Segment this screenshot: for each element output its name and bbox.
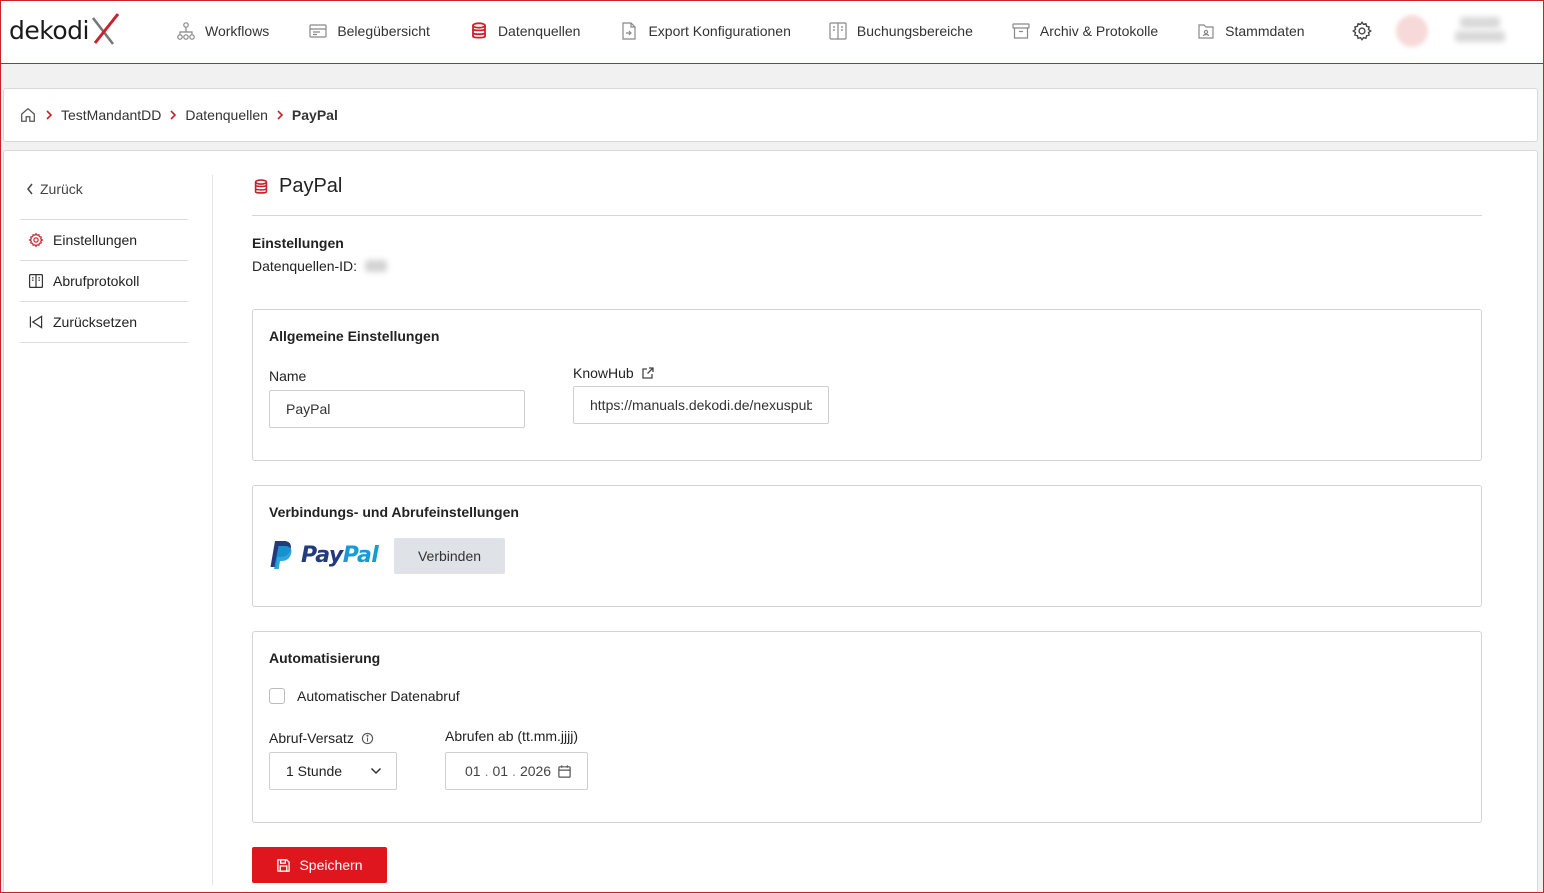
home-icon[interactable] (19, 106, 37, 124)
save-button[interactable]: Speichern (252, 847, 387, 883)
sidebar-item-label: Einstellungen (53, 232, 138, 248)
chevron-right-icon (275, 109, 285, 121)
breadcrumb-current: PayPal (291, 107, 338, 123)
general-settings-card: Allgemeine Einstellungen Name KnowHub (252, 309, 1482, 461)
page-title-text: PayPal (279, 175, 343, 197)
chevron-right-icon (168, 109, 178, 121)
date-input[interactable]: 01 . 01 . 2026 (445, 752, 588, 790)
chevron-right-icon (44, 109, 54, 121)
datasource-id: Datenquellen-ID: (252, 258, 388, 274)
settings-gear-icon[interactable] (1351, 20, 1373, 42)
card-heading: Allgemeine Einstellungen (269, 328, 440, 344)
main-nav: Workflows Belegübersicht Datenquellen Ex… (176, 0, 1305, 62)
sidebar-menu: Einstellungen Abrufprotokoll Zurücksetze… (20, 219, 188, 343)
nav-label: Stammdaten (1225, 23, 1305, 39)
interval-value: 1 Stunde (286, 763, 343, 779)
reset-icon (29, 315, 43, 329)
page-title: PayPal (252, 175, 342, 198)
auto-fetch-checkbox[interactable] (269, 688, 285, 704)
sidebar-item-label: Zurücksetzen (53, 314, 138, 330)
user-name-redacted[interactable] (1450, 14, 1510, 48)
interval-select[interactable]: 1 Stunde (269, 752, 397, 790)
back-label: Zurück (40, 181, 83, 197)
date-year[interactable]: 2026 (520, 763, 551, 779)
nav-label: Archiv & Protokolle (1039, 23, 1159, 39)
database-icon (472, 22, 486, 39)
top-navigation: dekodi Workflows Belegübersicht Datenque… (0, 0, 1544, 64)
card-heading: Automatisierung (269, 650, 381, 666)
save-label: Speichern (299, 857, 363, 873)
user-avatar[interactable] (1396, 15, 1428, 47)
paypal-p-icon (270, 541, 292, 569)
file-export-icon (622, 22, 637, 40)
sidebar-item-zuruecksetzen[interactable]: Zurücksetzen (20, 302, 188, 343)
auto-fetch-row: Automatischer Datenabruf (269, 688, 460, 704)
date-month[interactable]: 01 (492, 763, 508, 779)
date-separator: . (484, 763, 489, 779)
gear-icon (28, 232, 44, 248)
nav-label: Workflows (205, 23, 270, 39)
nav-label: Belegübersicht (337, 23, 430, 39)
paypal-wordmark: PayPal (301, 542, 379, 568)
section-title: Einstellungen (252, 235, 344, 251)
name-input[interactable] (269, 390, 525, 428)
nav-item-stammdaten[interactable]: Stammdaten (1196, 0, 1305, 62)
knowhub-label: KnowHub (573, 365, 634, 381)
nav-item-buchungsbereiche[interactable]: Buchungsbereiche (828, 0, 973, 62)
nav-item-export-konfigurationen[interactable]: Export Konfigurationen (619, 0, 791, 62)
breadcrumb: TestMandantDD Datenquellen PayPal (3, 88, 1538, 142)
date-day[interactable]: 01 (465, 763, 481, 779)
receipt-list-icon (309, 24, 327, 38)
knowhub-url-input[interactable] (573, 386, 829, 424)
nav-item-beleguebersicht[interactable]: Belegübersicht (308, 0, 430, 62)
chevron-left-icon (27, 183, 33, 195)
log-book-icon (29, 274, 43, 288)
sidebar-item-label: Abrufprotokoll (53, 273, 140, 289)
back-link[interactable]: Zurück (26, 181, 83, 197)
name-label: Name (269, 368, 307, 384)
breadcrumb-mandant[interactable]: TestMandantDD (61, 107, 161, 123)
info-icon[interactable] (361, 732, 374, 745)
date-separator: . (512, 763, 516, 779)
master-data-icon (1198, 24, 1214, 39)
chevron-down-icon (370, 767, 382, 775)
nav-item-datenquellen[interactable]: Datenquellen (469, 0, 581, 62)
connection-settings-card: Verbindungs- und Abrufeinstellungen PayP… (252, 485, 1482, 607)
calendar-icon[interactable] (557, 764, 572, 779)
main-panel: Zurück Einstellungen Abrufprotokoll Zurü… (3, 150, 1538, 893)
archive-icon (1012, 23, 1030, 39)
sidebar-item-abrufprotokoll[interactable]: Abrufprotokoll (20, 261, 188, 302)
nav-label: Datenquellen (497, 23, 581, 39)
nav-label: Buchungsbereiche (856, 23, 973, 39)
interval-label: Abruf-Versatz (269, 730, 354, 746)
nav-item-archiv-protokolle[interactable]: Archiv & Protokolle (1011, 0, 1158, 62)
database-icon (254, 178, 268, 194)
date-label: Abrufen ab (tt.mm.jjjj) (445, 728, 579, 744)
ledger-icon (829, 22, 847, 40)
card-heading: Verbindungs- und Abrufeinstellungen (269, 504, 519, 520)
datasource-id-redacted (365, 260, 388, 272)
datasource-id-label: Datenquellen-ID: (252, 258, 358, 274)
interval-label-row: Abruf-Versatz (269, 730, 374, 746)
logo-x-icon (91, 13, 119, 45)
logo-text: dekodi (9, 15, 89, 45)
external-link-icon[interactable] (641, 366, 655, 380)
workflow-icon (177, 22, 195, 40)
breadcrumb-datenquellen[interactable]: Datenquellen (185, 107, 268, 123)
automation-card: Automatisierung Automatischer Datenabruf… (252, 631, 1482, 823)
floppy-disk-icon (277, 858, 291, 872)
nav-item-workflows[interactable]: Workflows (176, 0, 269, 62)
paypal-logo: PayPal (269, 540, 379, 570)
nav-label: Export Konfigurationen (648, 23, 791, 39)
connect-button[interactable]: Verbinden (394, 538, 505, 574)
title-divider (252, 215, 1482, 216)
sidebar-divider (212, 175, 213, 885)
dekodi-logo[interactable]: dekodi (9, 12, 119, 48)
sidebar-item-einstellungen[interactable]: Einstellungen (20, 220, 188, 261)
knowhub-label-row: KnowHub (573, 365, 655, 381)
auto-fetch-label: Automatischer Datenabruf (297, 688, 460, 704)
